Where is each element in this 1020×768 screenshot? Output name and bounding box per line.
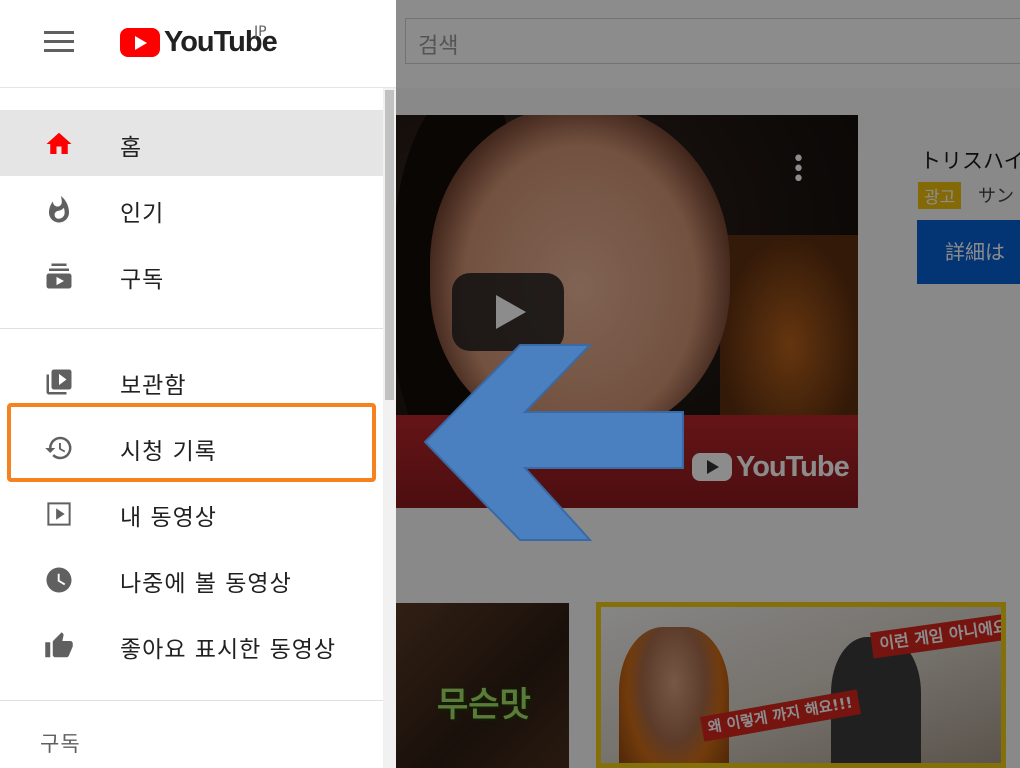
subscriptions-section-header: 구독 — [40, 732, 81, 756]
nav-item-subscriptions[interactable]: 구독 — [0, 242, 383, 308]
youtube-play-logo-icon — [120, 28, 160, 57]
guide-drawer: YouTube JP 홈 인기 구독 보관함 시청 기록 내 동영상 나중에 볼… — [0, 0, 396, 768]
drawer-divider — [0, 328, 383, 329]
highlight-box-history — [7, 403, 376, 482]
region-code: JP — [254, 24, 267, 40]
thumbs-up-icon — [45, 632, 73, 658]
nav-item-trending[interactable]: 인기 — [0, 176, 383, 242]
pointer-arrow-icon — [423, 344, 684, 541]
nav-item-label: 인기 — [120, 201, 165, 227]
drawer-header: YouTube JP — [0, 0, 396, 88]
nav-item-label: 보관함 — [120, 373, 187, 399]
nav-item-label: 좋아요 표시한 동영상 — [120, 637, 337, 663]
nav-item-label: 내 동영상 — [120, 505, 217, 531]
home-icon — [46, 132, 72, 154]
drawer-scrollbar-thumb[interactable] — [385, 90, 394, 400]
trending-flame-icon — [49, 195, 69, 223]
drawer-divider — [0, 700, 383, 701]
nav-item-my-videos[interactable]: 내 동영상 — [0, 480, 383, 546]
my-videos-icon — [47, 502, 71, 526]
hamburger-menu-icon[interactable] — [44, 31, 74, 53]
library-icon — [46, 369, 72, 395]
nav-item-watch-later[interactable]: 나중에 볼 동영상 — [0, 546, 383, 612]
nav-item-label: 홈 — [120, 135, 143, 161]
nav-item-label: 구독 — [120, 267, 165, 293]
subscriptions-icon — [46, 263, 72, 289]
nav-item-home[interactable]: 홈 — [0, 110, 383, 176]
nav-item-liked-videos[interactable]: 좋아요 표시한 동영상 — [0, 612, 383, 678]
watch-later-clock-icon — [46, 567, 72, 593]
nav-item-label: 나중에 볼 동영상 — [120, 571, 292, 597]
